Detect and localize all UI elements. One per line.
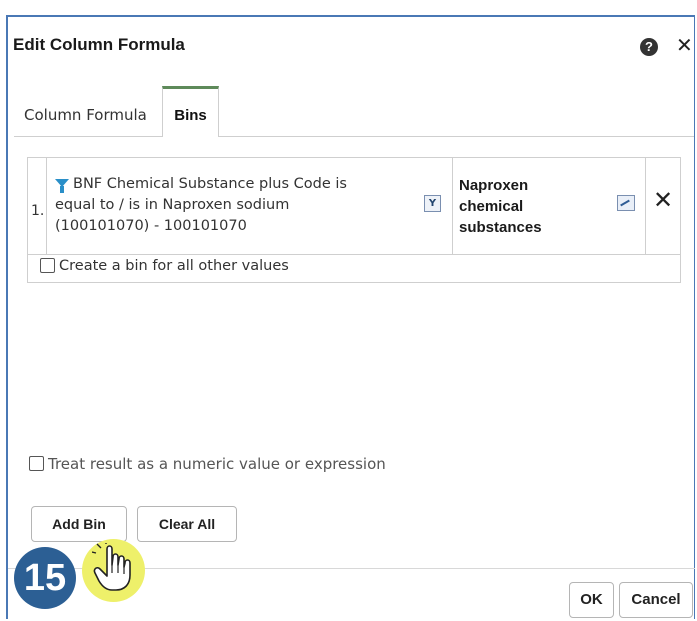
- close-icon[interactable]: ✕: [676, 35, 693, 55]
- other-values-label: Create a bin for all other values: [59, 258, 289, 274]
- tab-bins[interactable]: Bins: [162, 86, 219, 136]
- bin-condition: BNF Chemical Substance plus Code is equa…: [55, 174, 385, 237]
- bin-name: Naproxen chemical substances: [459, 177, 542, 236]
- bin-row: 1. BNF Chemical Substance plus Code is e…: [28, 158, 680, 255]
- numeric-checkbox[interactable]: [29, 456, 44, 471]
- bins-table: 1. BNF Chemical Substance plus Code is e…: [27, 157, 681, 283]
- other-values-option[interactable]: Create a bin for all other values: [40, 257, 289, 278]
- dialog-title: Edit Column Formula: [13, 35, 185, 54]
- other-values-checkbox[interactable]: [40, 257, 55, 273]
- filter-edit-icon[interactable]: Y: [424, 195, 441, 212]
- hand-pointer-icon: [92, 543, 131, 591]
- bin-condition-text: BNF Chemical Substance plus Code is equa…: [55, 176, 347, 234]
- ok-button[interactable]: OK: [569, 582, 614, 618]
- numeric-label: Treat result as a numeric value or expre…: [48, 455, 386, 473]
- clear-all-button[interactable]: Clear All: [137, 506, 237, 542]
- bin-index: 1.: [31, 203, 45, 219]
- cancel-button[interactable]: Cancel: [619, 582, 693, 618]
- tab-column-formula[interactable]: Column Formula: [14, 86, 162, 136]
- delete-bin-icon[interactable]: ✕: [653, 188, 673, 212]
- help-icon[interactable]: ?: [640, 38, 658, 56]
- numeric-option[interactable]: Treat result as a numeric value or expre…: [29, 455, 386, 473]
- step-badge: 15: [14, 547, 76, 609]
- add-bin-button[interactable]: Add Bin: [31, 506, 127, 542]
- filter-funnel-icon: [55, 179, 69, 193]
- edit-name-icon[interactable]: [617, 195, 635, 211]
- tab-divider: [14, 136, 694, 137]
